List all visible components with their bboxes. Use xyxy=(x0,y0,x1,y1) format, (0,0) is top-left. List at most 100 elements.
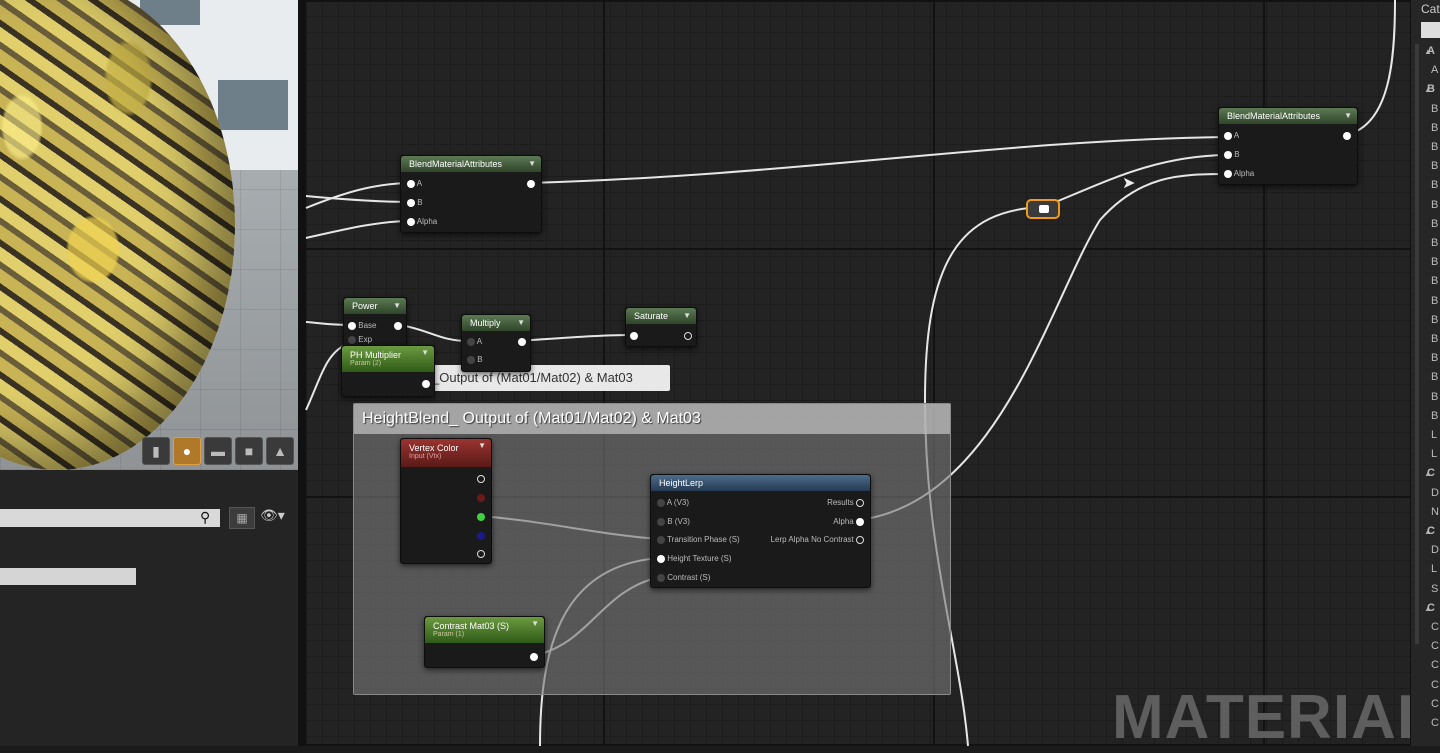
details-property[interactable]: B xyxy=(1431,103,1438,115)
output-lerp-alpha[interactable]: Lerp Alpha No Contrast xyxy=(771,534,864,546)
ph-multiplier-node[interactable]: PH Multiplier Param (2) ▼ xyxy=(341,345,435,397)
plane-icon[interactable]: ▬ xyxy=(204,437,232,465)
details-property[interactable]: B xyxy=(1431,122,1438,134)
chevron-down-icon[interactable]: ▼ xyxy=(517,315,525,331)
pin-alpha[interactable]: Alpha xyxy=(1224,168,1254,180)
output-pin[interactable] xyxy=(527,178,535,190)
cylinder-icon[interactable]: ▮ xyxy=(142,437,170,465)
output-pin-rgb[interactable] xyxy=(477,473,485,485)
output-pin[interactable] xyxy=(1343,130,1351,142)
pin-height-texture[interactable]: Height Texture (S) xyxy=(657,553,732,565)
details-property[interactable]: S xyxy=(1431,583,1438,595)
details-property[interactable]: L xyxy=(1431,563,1437,575)
details-category[interactable]: C xyxy=(1427,467,1435,479)
details-property[interactable]: B xyxy=(1431,333,1438,345)
details-property[interactable]: B xyxy=(1431,314,1438,326)
details-property[interactable]: L xyxy=(1431,448,1437,460)
output-pin-a[interactable] xyxy=(477,548,485,560)
pin-b[interactable]: B xyxy=(407,197,423,209)
pin-b-v3[interactable]: B (V3) xyxy=(657,516,690,528)
details-property[interactable]: B xyxy=(1431,218,1438,230)
details-property[interactable]: B xyxy=(1431,256,1438,268)
pin-contrast[interactable]: Contrast (S) xyxy=(657,572,710,584)
details-property[interactable]: C xyxy=(1431,717,1439,729)
blend-material-attributes-node-2[interactable]: BlendMaterialAttributes ▼ A B Alpha xyxy=(1218,107,1358,185)
chevron-down-icon[interactable]: ▼ xyxy=(393,298,401,314)
details-property[interactable]: B xyxy=(1431,179,1438,191)
details-property[interactable]: B xyxy=(1431,410,1438,422)
cube-icon[interactable]: ■ xyxy=(235,437,263,465)
details-property[interactable]: D xyxy=(1431,487,1439,499)
details-category[interactable]: A xyxy=(1427,45,1435,57)
details-property[interactable]: L xyxy=(1431,429,1437,441)
height-lerp-node[interactable]: HeightLerp A (V3) B (V3) Transition Phas… xyxy=(650,474,871,588)
contrast-mat03-node[interactable]: Contrast Mat03 (S) Param (1) ▼ xyxy=(424,616,545,668)
chevron-down-icon[interactable]: ▼ xyxy=(1344,108,1352,124)
output-pin[interactable] xyxy=(422,378,430,390)
details-property[interactable]: C xyxy=(1431,621,1439,633)
details-property[interactable]: B xyxy=(1431,237,1438,249)
pin-a-v3[interactable]: A (V3) xyxy=(657,497,689,509)
details-property[interactable]: B xyxy=(1431,391,1438,403)
output-pin[interactable] xyxy=(530,651,538,663)
node-title: Power ▼ xyxy=(344,298,406,314)
output-pin-g[interactable] xyxy=(477,511,485,523)
saturate-node[interactable]: Saturate ▼ xyxy=(625,307,697,347)
details-property[interactable]: B xyxy=(1431,275,1438,287)
output-results[interactable]: Results xyxy=(827,497,864,509)
pin-a[interactable]: A xyxy=(407,178,422,190)
pin-transition-phase[interactable]: Transition Phase (S) xyxy=(657,534,740,546)
pin-a[interactable]: A xyxy=(1224,130,1239,142)
output-pin-b[interactable] xyxy=(477,530,485,542)
pin-alpha[interactable]: Alpha xyxy=(407,216,437,228)
chevron-down-icon[interactable]: ▼ xyxy=(531,617,539,631)
details-category[interactable]: C xyxy=(1427,525,1435,537)
details-search-input[interactable] xyxy=(1421,22,1440,38)
details-category[interactable]: C xyxy=(1427,602,1435,614)
details-property[interactable]: A xyxy=(1431,64,1438,76)
details-property[interactable]: C xyxy=(1431,698,1439,710)
reroute-node[interactable] xyxy=(1026,199,1060,219)
pin-base[interactable]: Base xyxy=(348,320,376,332)
eye-icon[interactable]: 👁▾ xyxy=(260,507,285,524)
chevron-down-icon[interactable]: ▼ xyxy=(528,156,536,172)
sphere-icon[interactable]: ● xyxy=(173,437,201,465)
details-property[interactable]: B xyxy=(1431,295,1438,307)
chevron-down-icon[interactable]: ▼ xyxy=(683,308,691,324)
details-property[interactable]: C xyxy=(1431,679,1439,691)
details-property[interactable]: C xyxy=(1431,659,1439,671)
panel-splitter[interactable] xyxy=(298,0,306,746)
output-pin[interactable] xyxy=(518,336,526,348)
details-property[interactable]: B xyxy=(1431,352,1438,364)
multiply-node[interactable]: Multiply ▼ A B xyxy=(461,314,531,372)
output-pin[interactable] xyxy=(684,330,692,342)
pin-b[interactable]: B xyxy=(1224,149,1240,161)
pin-b[interactable]: B xyxy=(467,354,483,366)
scrollbar[interactable] xyxy=(1415,44,1419,644)
details-property[interactable]: B xyxy=(1431,141,1438,153)
power-node[interactable]: Power ▼ Base Exp xyxy=(343,297,407,349)
details-property[interactable]: N xyxy=(1431,506,1439,518)
vertex-color-node[interactable]: Vertex Color Input (Vtx) ▼ xyxy=(400,438,492,564)
output-pin-r[interactable] xyxy=(477,492,485,504)
search-input[interactable] xyxy=(0,509,220,527)
details-property[interactable]: B xyxy=(1431,160,1438,172)
list-item[interactable] xyxy=(0,568,136,585)
chevron-down-icon[interactable]: ▼ xyxy=(421,346,429,360)
search-icon[interactable]: ⚲ xyxy=(200,509,210,526)
details-property[interactable]: D xyxy=(1431,544,1439,556)
comment-title[interactable]: HeightBlend_ Output of (Mat01/Mat02) & M… xyxy=(354,404,950,434)
details-property[interactable]: B xyxy=(1431,199,1438,211)
teapot-icon[interactable]: ▲ xyxy=(266,437,294,465)
pin-a[interactable]: A xyxy=(467,336,482,348)
blend-material-attributes-node-1[interactable]: BlendMaterialAttributes ▼ A B Alpha xyxy=(400,155,542,233)
material-preview-viewport[interactable]: ▮ ● ▬ ■ ▲ xyxy=(0,0,298,470)
grid-view-button[interactable]: ▦ xyxy=(229,507,255,529)
output-pin[interactable] xyxy=(394,320,402,332)
output-alpha[interactable]: Alpha xyxy=(833,516,864,528)
details-property[interactable]: C xyxy=(1431,640,1439,652)
details-property[interactable]: B xyxy=(1431,371,1438,383)
details-category[interactable]: B xyxy=(1427,83,1435,95)
input-pin[interactable] xyxy=(630,330,638,342)
chevron-down-icon[interactable]: ▼ xyxy=(478,439,486,453)
